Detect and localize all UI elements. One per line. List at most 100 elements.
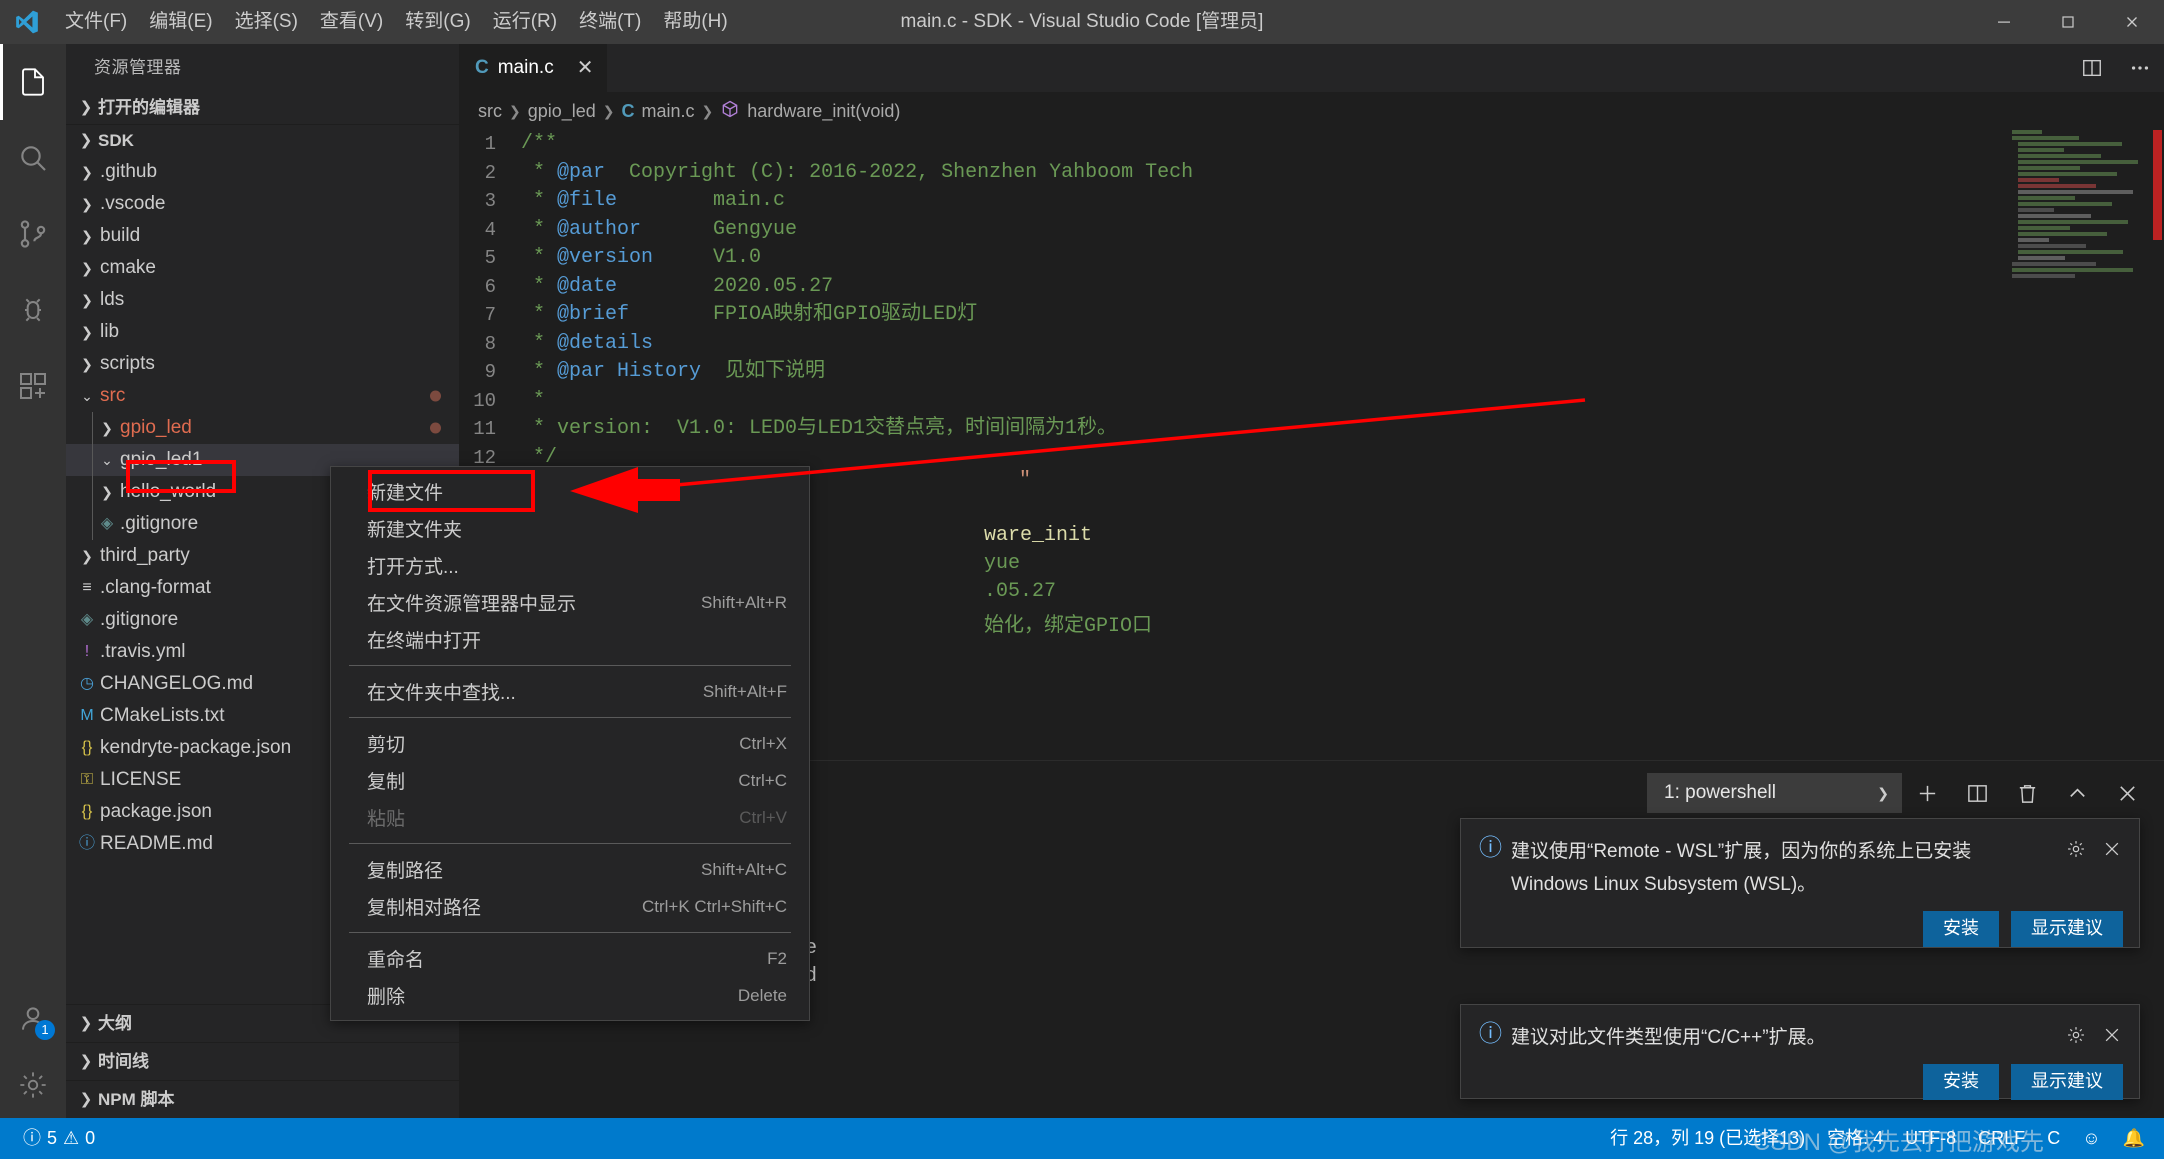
code-line-text: * version: V1.0: LED0与LED1交替点亮，时间间隔为1秒。	[521, 415, 1117, 444]
breadcrumb-main-c[interactable]: main.c	[642, 101, 695, 122]
context-menu-item-4[interactable]: 在终端中打开	[331, 621, 809, 658]
close-button[interactable]	[2100, 0, 2164, 44]
breadcrumb-src[interactable]: src	[478, 101, 502, 122]
tree-item-.github[interactable]: ❯ .github	[66, 156, 459, 188]
code-token: *	[521, 160, 558, 184]
status-problems[interactable]: ⓘ 5 ⚠ 0	[12, 1118, 106, 1159]
context-menu-item-shortcut: Ctrl+X	[739, 733, 787, 753]
close-icon[interactable]	[2097, 1021, 2127, 1049]
context-menu-item-6[interactable]: 在文件夹中查找... Shift+Alt+F	[331, 673, 809, 710]
context-menu-item-0[interactable]: 新建文件	[331, 473, 809, 510]
context-menu-item-12[interactable]: 复制路径 Shift+Alt+C	[331, 851, 809, 888]
code-line-text: * @date 2020.05.27	[521, 273, 833, 302]
minimize-button[interactable]	[1972, 0, 2036, 44]
status-cursor-position[interactable]: 行 28，列 19 (已选择13)	[1599, 1118, 1816, 1159]
breadcrumb-symbol[interactable]: hardware_init(void)	[747, 101, 900, 122]
status-eol[interactable]: CRLF	[1967, 1118, 2036, 1159]
split-editor-icon[interactable]	[2068, 44, 2116, 92]
code-fragment: "	[1019, 469, 1032, 492]
context-menu-item-2[interactable]: 打开方式...	[331, 547, 809, 584]
chevron-right-icon: ❯	[81, 292, 93, 308]
code-line-text: /**	[521, 130, 557, 159]
menu-file[interactable]: 文件(F)	[54, 0, 138, 44]
activity-extensions-icon[interactable]	[0, 348, 66, 424]
menu-terminal[interactable]: 终端(T)	[568, 0, 652, 44]
chevron-down-icon: ❯	[79, 131, 93, 149]
context-menu-item-9[interactable]: 复制 Ctrl+C	[331, 762, 809, 799]
tree-item-lib[interactable]: ❯ lib	[66, 316, 459, 348]
context-menu-item-15[interactable]: 重命名 F2	[331, 940, 809, 977]
context-menu-item-3[interactable]: 在文件资源管理器中显示 Shift+Alt+R	[331, 584, 809, 621]
status-indentation[interactable]: 空格: 4	[1816, 1118, 1894, 1159]
editor-tab-actions	[2068, 44, 2164, 92]
tree-item-scripts[interactable]: ❯ scripts	[66, 348, 459, 380]
workspace-root-section[interactable]: ❯ SDK	[66, 124, 459, 156]
chevron-right-icon: ❯	[101, 484, 113, 500]
context-menu-item-label: 删除	[367, 987, 406, 1008]
code-token: V1.0	[653, 246, 762, 269]
context-menu-item-label: 复制	[367, 772, 406, 793]
npm-scripts-section[interactable]: ❯ NPM 脚本	[66, 1080, 459, 1118]
install-button[interactable]: 安装	[1923, 1064, 1999, 1100]
context-menu-item-label: 在文件资源管理器中显示	[367, 594, 577, 615]
chevron-right-icon: ❯	[81, 356, 93, 372]
activity-explorer-icon[interactable]	[0, 44, 66, 120]
close-icon[interactable]	[2097, 835, 2127, 863]
notification-actions	[2061, 835, 2127, 901]
show-recommendation-button[interactable]: 显示建议	[2011, 911, 2123, 947]
context-menu-item-13[interactable]: 复制相对路径 Ctrl+K Ctrl+Shift+C	[331, 888, 809, 925]
chevron-right-icon: ❯	[81, 228, 93, 244]
context-menu-item-shortcut: Shift+Alt+F	[702, 681, 787, 701]
notification-c-cpp[interactable]: ⓘ 建议对此文件类型使用“C/C++”扩展。 安装 显示建议	[1460, 1004, 2140, 1100]
code-line-text: * @par Copyright (C): 2016-2022, Shenzhe…	[521, 159, 1193, 188]
minimap-line	[2012, 274, 2075, 278]
activity-account-icon[interactable]: 1	[0, 986, 66, 1052]
timeline-section[interactable]: ❯ 时间线	[66, 1042, 459, 1080]
close-icon[interactable]: ✕	[577, 58, 594, 78]
context-menu-item-shortcut: Shift+Alt+R	[701, 592, 787, 612]
status-language[interactable]: C	[2036, 1118, 2071, 1159]
scrollbar-thumb[interactable]	[2153, 130, 2162, 240]
show-recommendation-button[interactable]: 显示建议	[2011, 1064, 2123, 1100]
menu-help[interactable]: 帮助(H)	[652, 0, 738, 44]
menu-edit[interactable]: 编辑(E)	[138, 0, 223, 44]
activity-search-icon[interactable]	[0, 120, 66, 196]
chevron-right-icon: ❯	[79, 1052, 93, 1070]
chevron-right-icon: ❯	[509, 102, 521, 119]
tree-item-lds[interactable]: ❯ lds	[66, 284, 459, 316]
tree-item-src[interactable]: ⌄ src	[66, 380, 459, 412]
menu-go[interactable]: 转到(G)	[394, 0, 481, 44]
menu-view[interactable]: 查看(V)	[309, 0, 394, 44]
title-bar: 文件(F) 编辑(E) 选择(S) 查看(V) 转到(G) 运行(R) 终端(T…	[0, 0, 2164, 44]
tree-item-.vscode[interactable]: ❯ .vscode	[66, 188, 459, 220]
menu-run[interactable]: 运行(R)	[482, 0, 568, 44]
npm-scripts-label: NPM 脚本	[98, 1089, 175, 1109]
explorer-context-menu[interactable]: 新建文件 新建文件夹 打开方式... 在文件资源管理器中显示 Shift+Alt+R 在终…	[330, 466, 810, 1021]
bell-icon[interactable]: 🔔	[2112, 1118, 2156, 1159]
code-token: 见如下说明	[701, 360, 826, 383]
notification-line2: Windows Linux Subsystem (WSL)。	[1511, 874, 1817, 895]
more-actions-icon[interactable]	[2116, 44, 2164, 92]
context-menu-item-8[interactable]: 剪切 Ctrl+X	[331, 725, 809, 762]
context-menu-item-1[interactable]: 新建文件夹	[331, 510, 809, 547]
context-menu-item-16[interactable]: 删除 Delete	[331, 977, 809, 1014]
gear-icon[interactable]	[2061, 1021, 2091, 1049]
editor-minimap[interactable]	[2012, 130, 2142, 330]
notification-remote-wsl[interactable]: ⓘ 建议使用“Remote - WSL”扩展，因为你的系统上已安装 Window…	[1460, 818, 2140, 948]
tab-main-c[interactable]: C main.c ✕	[459, 44, 609, 92]
tree-item-build[interactable]: ❯ build	[66, 220, 459, 252]
tree-item-gpio_led[interactable]: ❯ gpio_led	[66, 412, 459, 444]
breadcrumb-gpio-led[interactable]: gpio_led	[528, 101, 596, 122]
gear-icon[interactable]	[2061, 835, 2091, 863]
install-button[interactable]: 安装	[1923, 911, 1999, 947]
activity-source-control-icon[interactable]	[0, 196, 66, 272]
status-encoding[interactable]: UTF-8	[1894, 1118, 1967, 1159]
activity-settings-gear-icon[interactable]	[0, 1052, 66, 1118]
open-editors-section[interactable]: ❯ 打开的编辑器	[66, 92, 459, 124]
maximize-button[interactable]	[2036, 0, 2100, 44]
info-icon: ⓘ	[1479, 834, 1502, 860]
activity-run-debug-icon[interactable]	[0, 272, 66, 348]
tree-item-cmake[interactable]: ❯ cmake	[66, 252, 459, 284]
menu-select[interactable]: 选择(S)	[224, 0, 309, 44]
smiley-icon[interactable]: ☺	[2071, 1118, 2111, 1159]
